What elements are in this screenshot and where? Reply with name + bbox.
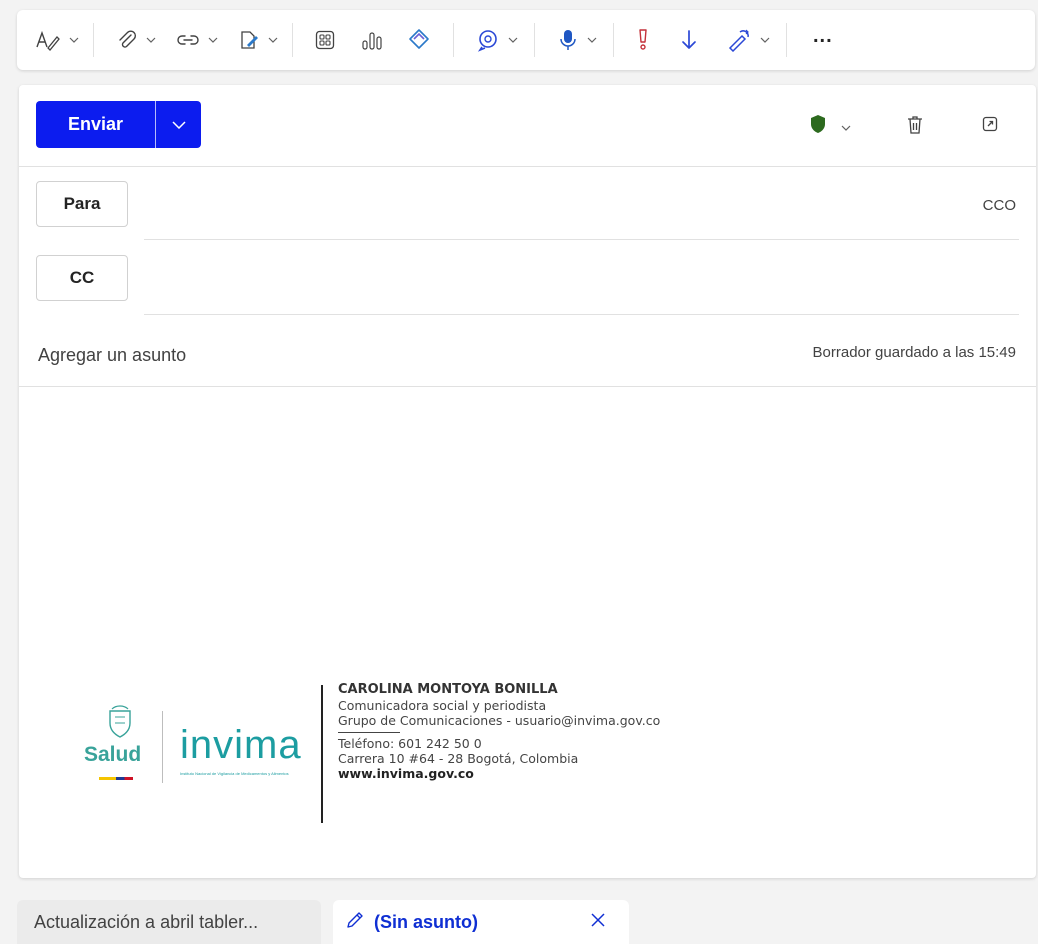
chevron-down-icon bbox=[841, 118, 851, 136]
salud-logo-text: Salud bbox=[84, 743, 142, 766]
toolbar-divider bbox=[534, 23, 535, 57]
link-icon bbox=[176, 29, 200, 51]
pop-out-icon bbox=[982, 116, 998, 137]
pop-out-button[interactable] bbox=[982, 116, 998, 137]
chevron-down-icon bbox=[69, 37, 79, 43]
chevron-down-icon bbox=[760, 37, 770, 43]
to-button[interactable]: Para bbox=[36, 181, 128, 227]
signature-web: www.invima.gov.co bbox=[338, 766, 474, 781]
more-icon: ... bbox=[813, 25, 833, 47]
draft-tab-2[interactable]: (Sin asunto) bbox=[333, 900, 629, 944]
send-divider bbox=[155, 101, 156, 148]
toolbar-divider bbox=[453, 23, 454, 57]
send-split-button: Enviar bbox=[36, 101, 201, 148]
chevron-down-icon bbox=[171, 116, 186, 134]
low-importance-icon bbox=[680, 28, 698, 52]
subject-divider bbox=[19, 386, 1036, 387]
draft-status: Borrador guardado a las 15:49 bbox=[812, 344, 1016, 361]
flag-stripe bbox=[99, 777, 133, 780]
invima-logo-text: invima bbox=[180, 723, 302, 767]
send-button[interactable]: Enviar bbox=[36, 101, 155, 148]
signature-name: CAROLINA MONTOYA BONILLA bbox=[338, 682, 558, 697]
attach-button[interactable] bbox=[116, 20, 156, 60]
chevron-down-icon bbox=[146, 37, 156, 43]
attach-icon bbox=[116, 29, 138, 51]
chevron-down-icon bbox=[587, 37, 597, 43]
to-input[interactable] bbox=[144, 181, 1019, 227]
dictate-icon bbox=[557, 28, 579, 52]
cc-underline bbox=[144, 314, 1019, 315]
editor-button[interactable] bbox=[726, 20, 770, 60]
draft-tab-1[interactable]: Actualización a abril tabler... bbox=[17, 900, 321, 944]
signature-mini-rule bbox=[338, 732, 400, 733]
apps-icon bbox=[315, 30, 335, 50]
signature-logos: Salud invima Instituto Nacional de Vigil… bbox=[84, 705, 314, 795]
subject-input[interactable]: Agregar un asunto bbox=[38, 340, 598, 370]
poll-icon bbox=[361, 29, 383, 51]
trash-icon bbox=[906, 115, 924, 140]
discard-button[interactable] bbox=[906, 115, 924, 140]
signature-phone: Teléfono: 601 242 50 0 bbox=[338, 736, 482, 751]
draft-tab-label: Actualización a abril tabler... bbox=[34, 911, 259, 932]
signature-role: Comunicadora social y periodista bbox=[338, 698, 547, 713]
signature-group: Grupo de Comunicaciones - usuario@invima… bbox=[338, 713, 661, 728]
sensitivity-button[interactable] bbox=[809, 113, 851, 140]
copilot-icon bbox=[476, 28, 500, 52]
loop-button[interactable] bbox=[407, 20, 431, 60]
chevron-down-icon bbox=[508, 37, 518, 43]
copilot-button[interactable] bbox=[476, 20, 518, 60]
apps-button[interactable] bbox=[315, 20, 335, 60]
link-button[interactable] bbox=[176, 20, 218, 60]
format-text-icon bbox=[35, 29, 61, 51]
signature-text: CAROLINA MONTOYA BONILLA Comunicadora so… bbox=[338, 682, 660, 781]
editor-icon bbox=[726, 28, 752, 52]
message-body[interactable] bbox=[19, 388, 1036, 668]
shield-icon bbox=[809, 113, 827, 140]
bcc-link[interactable]: CCO bbox=[983, 197, 1016, 214]
more-options-button[interactable]: ... bbox=[813, 20, 833, 60]
low-importance-button[interactable] bbox=[680, 20, 698, 60]
signature-icon bbox=[238, 29, 260, 51]
toolbar-divider bbox=[93, 23, 94, 57]
compose-pane: Enviar Para CCO CC Agregar un asunto Bor… bbox=[19, 85, 1036, 878]
toolbar-divider bbox=[786, 23, 787, 57]
toolbar-divider bbox=[613, 23, 614, 57]
close-icon[interactable] bbox=[590, 912, 606, 933]
high-importance-button[interactable] bbox=[636, 20, 650, 60]
send-options-button[interactable] bbox=[156, 101, 201, 148]
draft-tab-label: (Sin asunto) bbox=[374, 911, 478, 932]
signature-button[interactable] bbox=[238, 20, 278, 60]
loop-icon bbox=[407, 28, 431, 52]
format-text-button[interactable] bbox=[35, 20, 79, 60]
chevron-down-icon bbox=[208, 37, 218, 43]
to-underline bbox=[144, 239, 1019, 240]
pencil-icon bbox=[344, 909, 366, 936]
cc-button[interactable]: CC bbox=[36, 255, 128, 301]
signature-address: Carrera 10 #64 - 28 Bogotá, Colombia bbox=[338, 751, 579, 766]
signature-rule bbox=[321, 685, 323, 823]
chevron-down-icon bbox=[268, 37, 278, 43]
poll-button[interactable] bbox=[361, 20, 383, 60]
toolbar-divider bbox=[292, 23, 293, 57]
invima-logo-subtitle: Instituto Nacional de Vigilancia de Medi… bbox=[180, 771, 289, 776]
logo-divider bbox=[162, 711, 163, 783]
dictate-button[interactable] bbox=[557, 20, 597, 60]
cc-input[interactable] bbox=[144, 255, 1019, 301]
header-divider bbox=[19, 166, 1036, 167]
coat-of-arms-icon bbox=[106, 705, 134, 744]
ribbon-toolbar: ... bbox=[17, 10, 1035, 70]
high-importance-icon bbox=[636, 28, 650, 52]
